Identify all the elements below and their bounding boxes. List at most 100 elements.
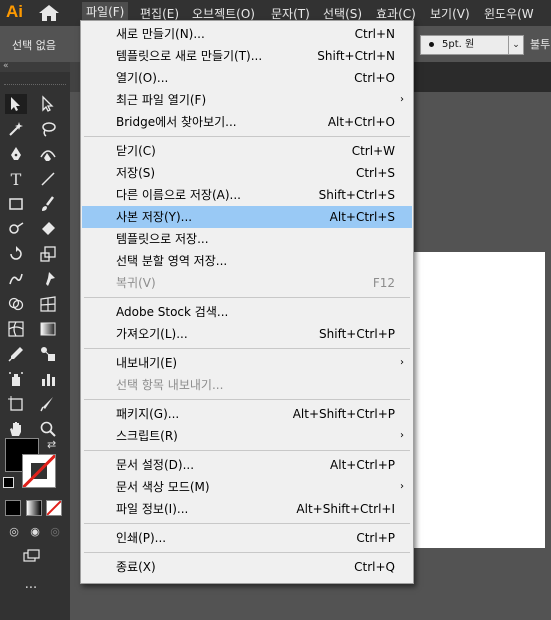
selection-tool-icon[interactable]: [5, 94, 27, 114]
eyedropper-tool-icon[interactable]: [5, 344, 27, 364]
menu-item-shortcut: Alt+Ctrl+S: [329, 210, 395, 224]
rotate-tool-icon[interactable]: [5, 244, 27, 264]
opacity-label[interactable]: 불투: [530, 36, 550, 52]
menu-item-label: Adobe Stock 검색...: [116, 305, 229, 319]
slice-tool-icon[interactable]: [37, 394, 59, 414]
menu-item-shortcut: Alt+Shift+Ctrl+P: [292, 407, 395, 421]
mesh-tool-icon[interactable]: [5, 319, 27, 339]
collapse-panel-icon[interactable]: «: [3, 61, 9, 71]
curvature-tool-icon[interactable]: [37, 144, 59, 164]
menu-item-label: Bridge에서 찾아보기...: [116, 115, 237, 129]
artboard[interactable]: [400, 252, 545, 548]
menu-item-export[interactable]: 내보내기(E) ›: [82, 352, 412, 374]
submenu-arrow-icon: ›: [400, 481, 404, 492]
menu-window[interactable]: 윈도우(W: [484, 5, 534, 22]
menu-item-label: 패키지(G)...: [116, 407, 180, 421]
menu-item-open[interactable]: 열기(O)... Ctrl+O: [82, 67, 412, 89]
menu-item-label: 복귀(V): [116, 276, 156, 290]
shape-builder-tool-icon[interactable]: [5, 294, 27, 314]
shaper-tool-icon[interactable]: [5, 219, 27, 239]
scale-tool-icon[interactable]: [37, 244, 59, 264]
menu-item-save-a-copy[interactable]: 사본 저장(Y)... Alt+Ctrl+S: [82, 206, 412, 228]
selection-status: 선택 없음: [12, 39, 56, 52]
draw-normal-icon[interactable]: ◎: [3, 521, 25, 541]
screen-mode-icon[interactable]: [20, 546, 42, 566]
menu-item-scripts[interactable]: 스크립트(R) ›: [82, 425, 412, 447]
menu-separator: [84, 136, 410, 137]
menu-item-label: 파일 정보(I)...: [116, 502, 189, 516]
artboard-tool-icon[interactable]: [5, 394, 27, 414]
lasso-tool-icon[interactable]: [37, 119, 59, 139]
draw-inside-icon[interactable]: ◎: [44, 521, 66, 541]
menu-item-document-color-mode[interactable]: 문서 색상 모드(M) ›: [82, 476, 412, 498]
menu-item-close[interactable]: 닫기(C) Ctrl+W: [82, 140, 412, 162]
menu-item-open-recent[interactable]: 최근 파일 열기(F) ›: [82, 89, 412, 111]
pen-tool-icon[interactable]: [5, 144, 27, 164]
menu-item-place[interactable]: 가져오기(L)... Shift+Ctrl+P: [82, 323, 412, 345]
menu-item-save-as-template[interactable]: 템플릿으로 저장...: [82, 228, 412, 250]
zoom-tool-icon[interactable]: [37, 419, 59, 439]
line-tool-icon[interactable]: [37, 169, 59, 189]
stroke-swatch[interactable]: [22, 454, 56, 488]
menu-view[interactable]: 보기(V): [430, 5, 470, 22]
menu-item-label: 선택 항목 내보내기...: [116, 378, 224, 392]
draw-behind-icon[interactable]: ◉: [24, 521, 46, 541]
menu-item-label: 사본 저장(Y)...: [116, 210, 193, 224]
brush-definition-field[interactable]: 5pt. 원: [420, 35, 510, 55]
more-tools-icon[interactable]: ···: [20, 578, 42, 598]
warp-tool-icon[interactable]: [5, 269, 27, 289]
chevron-down-icon[interactable]: ⌄: [508, 35, 524, 55]
menu-separator: [84, 399, 410, 400]
menu-item-shortcut: Ctrl+N: [354, 27, 395, 41]
menu-item-label: 문서 설정(D)...: [116, 458, 195, 472]
menu-item-shortcut: Ctrl+O: [354, 71, 395, 85]
paintbrush-tool-icon[interactable]: [37, 194, 59, 214]
menu-item-revert[interactable]: 복귀(V) F12: [82, 272, 412, 294]
menu-file[interactable]: 파일(F): [82, 2, 129, 22]
submenu-arrow-icon: ›: [400, 94, 404, 105]
submenu-arrow-icon: ›: [400, 430, 404, 441]
menu-item-new-from-template[interactable]: 템플릿으로 새로 만들기(T)... Shift+Ctrl+N: [82, 45, 412, 67]
column-graph-tool-icon[interactable]: [37, 369, 59, 389]
menu-item-save-selected-slices[interactable]: 선택 분할 영역 저장...: [82, 250, 412, 272]
menu-item-label: 템플릿으로 새로 만들기(T)...: [116, 49, 263, 63]
menu-item-export-selection[interactable]: 선택 항목 내보내기...: [82, 374, 412, 396]
default-fill-stroke-icon[interactable]: [3, 477, 14, 488]
menu-item-save[interactable]: 저장(S) Ctrl+S: [82, 162, 412, 184]
none-mode-icon[interactable]: [46, 500, 62, 516]
gradient-mode-icon[interactable]: [26, 500, 42, 516]
menu-item-label: 내보내기(E): [116, 356, 178, 370]
color-mode-icon[interactable]: [5, 500, 21, 516]
menu-item-shortcut: Ctrl+W: [351, 144, 395, 158]
menu-item-save-as[interactable]: 다른 이름으로 저장(A)... Shift+Ctrl+S: [82, 184, 412, 206]
perspective-grid-tool-icon[interactable]: [37, 294, 59, 314]
menu-item-label: 새로 만들기(N)...: [116, 27, 205, 41]
menu-item-label: 스크립트(R): [116, 429, 178, 443]
panel-tab-strip: [0, 62, 70, 72]
menu-item-print[interactable]: 인쇄(P)... Ctrl+P: [82, 527, 412, 549]
symbol-sprayer-tool-icon[interactable]: [5, 369, 27, 389]
menu-item-label: 가져오기(L)...: [116, 327, 188, 341]
swap-fill-stroke-icon[interactable]: ⇄: [47, 438, 56, 451]
home-icon[interactable]: [38, 4, 60, 22]
blend-tool-icon[interactable]: [37, 344, 59, 364]
panel-grip[interactable]: [4, 84, 66, 87]
menu-item-package[interactable]: 패키지(G)... Alt+Shift+Ctrl+P: [82, 403, 412, 425]
type-tool-icon[interactable]: T: [5, 169, 27, 189]
menu-item-browse-bridge[interactable]: Bridge에서 찾아보기... Alt+Ctrl+O: [82, 111, 412, 133]
direct-selection-tool-icon[interactable]: [37, 94, 59, 114]
menu-item-new[interactable]: 새로 만들기(N)... Ctrl+N: [82, 23, 412, 45]
menu-item-file-info[interactable]: 파일 정보(I)... Alt+Shift+Ctrl+I: [82, 498, 412, 520]
menu-item-exit[interactable]: 종료(X) Ctrl+Q: [82, 556, 412, 578]
menu-item-document-setup[interactable]: 문서 설정(D)... Alt+Ctrl+P: [82, 454, 412, 476]
menu-separator: [84, 297, 410, 298]
menu-item-label: 템플릿으로 저장...: [116, 232, 209, 246]
menu-item-shortcut: Ctrl+S: [355, 166, 395, 180]
magic-wand-tool-icon[interactable]: [5, 119, 27, 139]
eraser-tool-icon[interactable]: [37, 219, 59, 239]
hand-tool-icon[interactable]: [5, 419, 27, 439]
gradient-tool-icon[interactable]: [37, 319, 59, 339]
rectangle-tool-icon[interactable]: [5, 194, 27, 214]
puppet-warp-tool-icon[interactable]: [37, 269, 59, 289]
menu-item-search-adobe-stock[interactable]: Adobe Stock 검색...: [82, 301, 412, 323]
